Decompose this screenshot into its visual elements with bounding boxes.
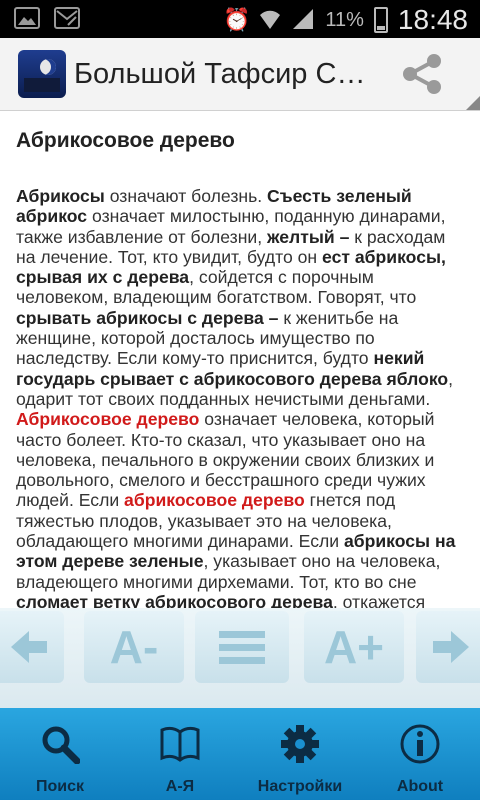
nav-a-z-label: А-Я (165, 778, 195, 795)
battery-icon (373, 7, 388, 33)
arrow-left-icon (11, 631, 47, 663)
gear-icon (281, 725, 319, 763)
text-run: означают болезнь. (104, 186, 268, 206)
bottom-navigation: Поиск А-Я Настройки About (0, 708, 480, 800)
wifi-icon (257, 7, 281, 33)
font-decrease-button[interactable]: A- (84, 611, 184, 683)
next-button[interactable] (416, 611, 480, 683)
nav-about[interactable]: About (360, 708, 480, 800)
highlighted-term: Абрикосовое дерево (16, 409, 200, 430)
clock: 18:48 (397, 4, 468, 35)
reader-toolbar: A- A+ (0, 608, 480, 708)
notification-icons (14, 7, 80, 29)
nav-settings-label: Настройки (257, 778, 343, 795)
nav-about-label: About (396, 778, 444, 795)
signal-icon (291, 7, 315, 33)
search-icon (42, 726, 80, 764)
article-body: Абрикосы означают болезнь. Съесть зелены… (16, 186, 466, 608)
mail-notification-icon (54, 7, 80, 29)
alarm-icon: ⏰ (223, 7, 251, 32)
battery-percent: 11% (325, 8, 364, 31)
arrow-right-icon (433, 631, 469, 663)
text-run: , откажется (332, 591, 426, 608)
overflow-corner (466, 96, 480, 110)
action-bar: Большой Тафсир Сн... (0, 38, 480, 111)
bold-phrase: срывать абрикосы с дерева – (16, 307, 284, 328)
font-increase-button[interactable]: A+ (304, 611, 404, 683)
bold-phrase: желтый – (267, 226, 355, 247)
nav-a-z[interactable]: А-Я (120, 708, 240, 800)
article-content[interactable]: Абрикосовое дерево Абрикосы означают бол… (0, 111, 480, 608)
article-heading: Абрикосовое дерево (16, 129, 235, 152)
bold-phrase: сломает ветку абрикосового дерева (16, 591, 333, 608)
status-bar: ⏰ 11% 18:48 (0, 0, 480, 38)
app-icon[interactable] (18, 50, 66, 98)
bold-phrase: Абрикосы (16, 186, 105, 206)
nav-search[interactable]: Поиск (0, 708, 120, 800)
share-icon (403, 54, 441, 94)
nav-search-label: Поиск (35, 778, 84, 795)
previous-button[interactable] (0, 611, 64, 683)
menu-button[interactable] (195, 611, 289, 683)
highlighted-term: абрикосовое дерево (124, 490, 305, 511)
gallery-notification-icon (14, 7, 40, 29)
nav-settings[interactable]: Настройки (240, 708, 360, 800)
info-icon (400, 724, 440, 764)
app-title: Большой Тафсир Сн... (74, 58, 374, 90)
book-icon (160, 726, 200, 762)
share-button[interactable] (398, 52, 446, 96)
menu-icon (219, 631, 265, 664)
